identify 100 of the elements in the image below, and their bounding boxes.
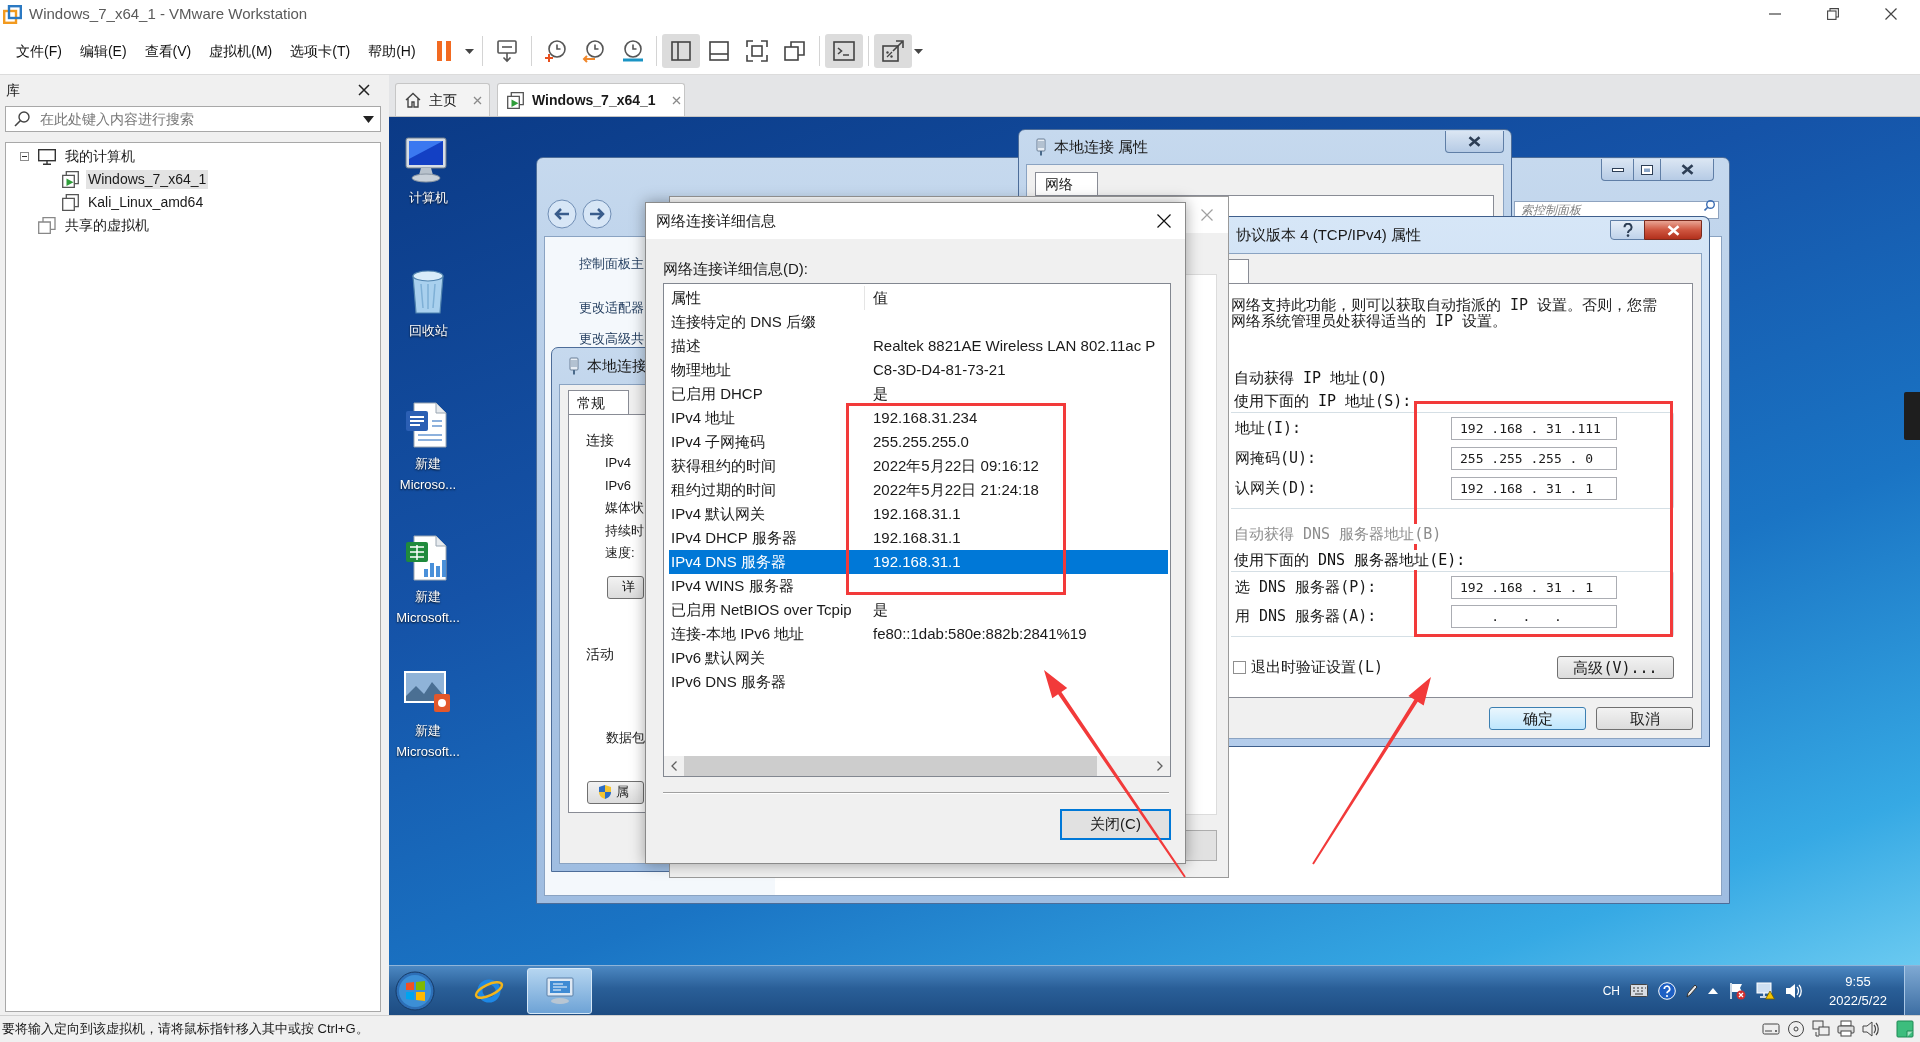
status-message: 要将输入定向到该虚拟机，请将鼠标指针移入其中或按 Ctrl+G。 [2,1020,369,1039]
close-button[interactable] [1157,214,1171,228]
flag-icon[interactable] [1728,981,1746,1000]
menu-item[interactable]: 查看(V) [135,36,201,66]
list-row[interactable]: IPv6 默认网关 [669,646,1168,670]
column-header[interactable]: 值 [865,286,888,310]
option-label[interactable]: 自动获得 IP 地址(O) [1231,368,1692,388]
toolbar-button[interactable] [824,34,863,68]
close-button[interactable]: 关闭(C) [1060,809,1171,840]
network-icon[interactable] [1756,981,1775,1000]
toolbar-button[interactable] [873,34,912,68]
maximize-icon [1641,164,1653,175]
tree-item[interactable]: 共享的虚拟机 [63,216,151,235]
tree-item[interactable]: Kali_Linux_amd64 [86,193,206,212]
keyboard-icon[interactable] [1630,983,1648,998]
close-button[interactable] [1660,159,1714,181]
tree-item[interactable]: 我的计算机 [63,147,137,166]
list-row[interactable]: IPv4 DHCP 服务器 192.168.31.1 [669,526,1168,550]
menu-item[interactable]: 编辑(E) [70,36,136,66]
tree-item[interactable]: Windows_7_x64_1 [86,170,209,189]
dialog-button[interactable]: 确定 [1489,707,1586,730]
help-icon[interactable] [1658,981,1676,1000]
checkbox-label[interactable]: 退出时验证设置(L) [1251,656,1384,679]
list-row[interactable]: 获得租约的时间 2022年5月22日 09:16:12 [669,454,1168,478]
back-button[interactable] [547,198,577,229]
ip-address-field[interactable]: 192 .168 . 31 .111 [1451,417,1617,440]
close-panel-button[interactable] [358,84,370,96]
window-title: 协议版本 4 (TCP/IPv4) 属性 [1235,224,1422,245]
speaker-icon[interactable] [1785,981,1802,1000]
column-header[interactable]: 属性 [669,286,865,310]
clock-time[interactable]: 9:55 [1845,971,1871,991]
list-row[interactable]: 已启用 NetBIOS over Tcpip 是 [669,598,1168,622]
show-desktop-button[interactable] [1904,966,1920,1015]
list-row[interactable]: IPv6 DNS 服务器 [669,670,1168,694]
search-icon [14,111,30,127]
minimize-button[interactable] [1601,159,1634,181]
icon-label[interactable]: 新建 Microsoft... [396,720,460,762]
option-label[interactable]: 使用下面的 IP 地址(S): [1231,391,1412,411]
sidebar-link[interactable]: 更改高级共 [579,330,644,348]
list-row[interactable]: IPv4 地址 192.168.31.234 [669,406,1168,430]
network-icon[interactable] [1812,1020,1830,1038]
sidebar-link[interactable]: 更改适配器 [579,299,644,317]
list-row[interactable]: IPv4 WINS 服务器 [669,574,1168,598]
tab[interactable]: 网络 [1035,172,1098,196]
list-row[interactable]: IPv4 子网掩码 255.255.255.0 [669,430,1168,454]
list-row[interactable]: IPv4 DNS 服务器 192.168.31.1 [669,550,1168,574]
list-row[interactable]: 物理地址 C8-3D-D4-81-73-21 [669,358,1168,382]
sidebar-link[interactable]: 控制面板主 [579,255,644,273]
ip-address-field[interactable]: 192 .168 . 31 . 1 [1451,477,1617,500]
maximize-button[interactable] [1633,159,1661,181]
value-cell-text: 192.168.31.1 [872,551,961,572]
help-button[interactable] [1610,220,1645,240]
disc-icon[interactable] [1787,1020,1805,1038]
menu-item[interactable]: 选项卡(T) [281,36,360,66]
ip-address-field[interactable]: 255 .255 .255 . 0 [1451,447,1617,470]
menu-item[interactable]: 虚拟机(M) [200,36,282,66]
details-button[interactable]: 详 [607,575,644,599]
list-row[interactable]: 租约过期的时间 2022年5月22日 21:24:18 [669,478,1168,502]
list-row[interactable]: IPv4 默认网关 192.168.31.1 [669,502,1168,526]
speaker-icon[interactable] [1862,1020,1880,1038]
toolbar-button[interactable] [661,34,700,68]
taskbar-button[interactable] [527,967,592,1014]
clock-date[interactable]: 2022/5/22 [1829,990,1887,1010]
properties-button[interactable]: 属 [587,780,644,804]
up-arrow-icon[interactable] [1708,987,1718,994]
list-row[interactable]: 连接-本地 IPv6 地址 fe80::1dab:580e:882b:2841%19 [669,622,1168,646]
tab[interactable]: Windows_7_x64_1 [497,83,685,116]
forward-button[interactable] [582,198,612,229]
close-tab-button[interactable] [473,95,482,105]
checkbox[interactable] [1233,661,1246,674]
tab[interactable]: 主页 [395,83,490,116]
dialog-button[interactable]: 取消 [1596,707,1693,730]
pen-icon[interactable] [1686,983,1698,998]
list-row[interactable]: 描述 Realtek 8821AE Wireless LAN 802.11ac P [669,334,1168,358]
close-button[interactable] [1445,131,1504,153]
window-title: 本地连接 属性 [1054,136,1149,157]
tab[interactable]: 常规 [568,390,629,415]
caret-icon[interactable] [363,116,374,123]
icon-label[interactable]: 新建 Microsoft... [396,586,460,628]
start-orb-icon [395,970,435,1011]
list-row[interactable]: 连接特定的 DNS 后缀 [669,310,1168,334]
scrollbar-thumb[interactable] [684,756,1097,776]
ip-address-field[interactable]: 192 .168 . 31 . 1 [1451,576,1617,599]
horizontal-scrollbar[interactable] [664,756,1170,776]
value-cell-text: 192.168.31.1 [872,503,961,524]
language-indicator[interactable]: CH [1602,981,1620,1000]
icon-label[interactable]: 新建 Microso... [399,453,457,495]
close-tab-button[interactable] [671,95,681,105]
collapse-icon[interactable] [20,152,29,161]
close-button[interactable] [1644,220,1702,240]
printer-icon[interactable] [1837,1020,1855,1038]
list-row[interactable]: 已启用 DHCP 是 [669,382,1168,406]
menu-item[interactable]: 文件(F) [7,36,71,66]
icon-label[interactable]: 计算机 [408,187,448,208]
tab[interactable] [1229,259,1249,284]
advanced-button[interactable]: 高级(V)... [1557,656,1674,679]
ip-address-field[interactable]: . . . [1451,605,1617,628]
menu-item[interactable]: 帮助(H) [359,36,425,66]
icon-label[interactable]: 回收站 [408,320,448,341]
search-field[interactable]: 在此处键入内容进行搜索 [5,106,381,132]
